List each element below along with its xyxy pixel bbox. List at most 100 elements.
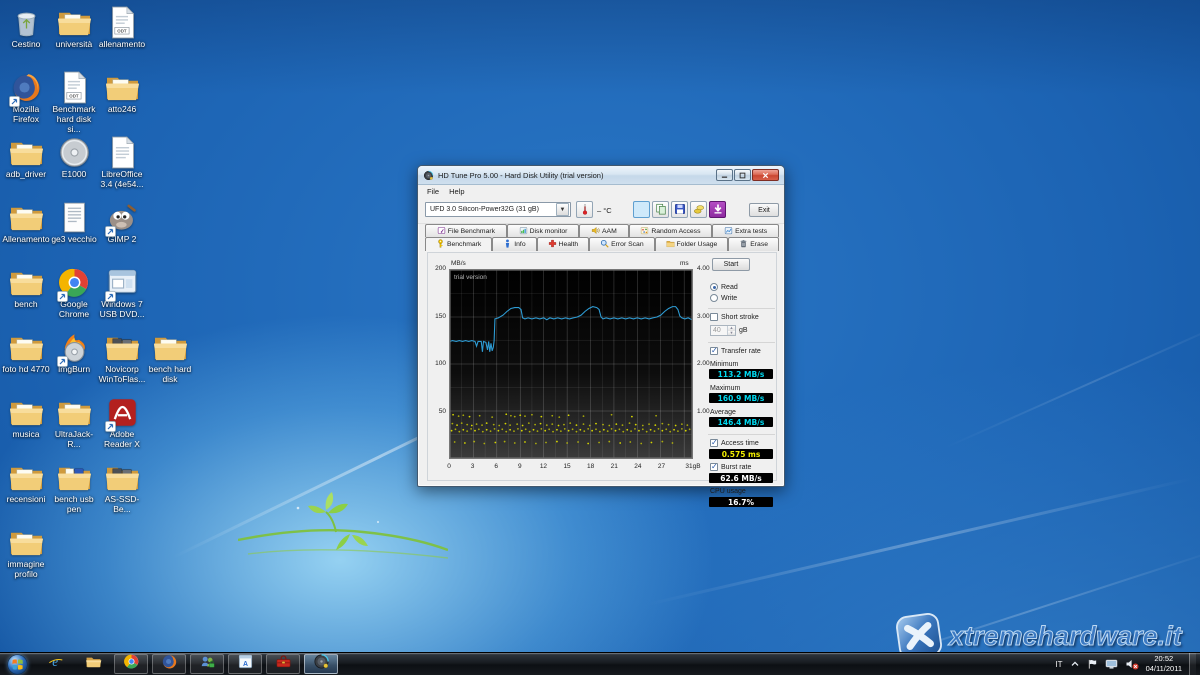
volume-muted-icon[interactable] — [1125, 658, 1139, 670]
tab-disk-monitor[interactable]: Disk monitor — [507, 224, 579, 237]
show-desktop-button[interactable] — [1189, 653, 1196, 675]
tab-benchmark[interactable]: Benchmark — [425, 237, 492, 251]
windows-explorer-icon — [85, 653, 102, 675]
desktop-icon-adobe-reader-x[interactable]: Adobe Reader X — [98, 396, 146, 450]
desktop-icon-universit[interactable]: università — [50, 6, 98, 50]
y-left-tick: 200 — [428, 265, 446, 272]
taskbar-button-internet-explorer[interactable]: e — [38, 654, 72, 674]
desktop-icon-recensioni[interactable]: recensioni — [2, 461, 50, 505]
taskbar-button-google-chrome[interactable] — [114, 654, 148, 674]
desktop-icon-libreoffice-3-4-4e54[interactable]: LibreOffice 3.4 (4e54... — [98, 136, 146, 190]
desktop-icon-bench[interactable]: bench — [2, 266, 50, 310]
tab-file-benchmark[interactable]: File Benchmark — [425, 224, 507, 237]
tab-folder-usage[interactable]: Folder Usage — [655, 237, 729, 251]
drive-select-dropdown[interactable]: UFD 3.0 Silicon-Power32G (31 gB) ▼ — [425, 202, 571, 217]
title-bar[interactable]: HD Tune Pro 5.00 - Hard Disk Utility (tr… — [418, 166, 784, 185]
desktop-icon-ge3-vecchio[interactable]: ge3 vecchio — [50, 201, 98, 245]
writer-icon: A — [237, 653, 254, 675]
action-center-flag-icon[interactable] — [1087, 658, 1098, 670]
options-button[interactable] — [690, 201, 707, 218]
menu-file[interactable]: File — [422, 186, 444, 197]
tab-aam[interactable]: AAM — [579, 224, 628, 237]
hidden-icons-button[interactable] — [1070, 659, 1080, 669]
tab-erase[interactable]: Erase — [728, 237, 779, 251]
transfer-rate-checkbox[interactable] — [710, 347, 718, 355]
desktop-icon-musica[interactable]: musica — [2, 396, 50, 440]
capture-button[interactable] — [633, 201, 650, 218]
desktop-icon-label: bench usb pen — [50, 495, 98, 515]
desktop-icon-windows-7-usb-dvd[interactable]: Windows 7 USB DVD... — [98, 266, 146, 320]
cpu-usage-value: 16.7% — [709, 497, 773, 507]
clock[interactable]: 20:52 04/11/2011 — [1146, 654, 1182, 674]
taskbar-button-firefox[interactable] — [152, 654, 186, 674]
tab-label: Disk monitor — [530, 228, 568, 235]
burst-rate-checkbox[interactable] — [710, 463, 718, 471]
network-display-icon[interactable] — [1105, 658, 1118, 670]
tab-label: Error Scan — [611, 241, 643, 248]
burst-rate-value: 62.6 MB/s — [709, 473, 773, 483]
desktop-icon-atto246[interactable]: atto246 — [98, 71, 146, 115]
exit-button[interactable]: Exit — [749, 203, 779, 217]
desktop-icon-label: foto hd 4770 — [2, 365, 49, 375]
close-button[interactable] — [752, 169, 779, 181]
folder-icon — [58, 396, 91, 429]
desktop-icon-ultrajack-r[interactable]: UltraJack-R... — [50, 396, 98, 450]
desktop-icon-cestino[interactable]: Cestino — [2, 6, 50, 50]
folder-docs-icon — [106, 331, 139, 364]
clock-time: 20:52 — [1146, 654, 1182, 664]
copy-button[interactable] — [652, 201, 669, 218]
desktop-icon-label: AS-SSD-Be... — [98, 495, 146, 515]
read-radio[interactable] — [710, 283, 718, 291]
tab-random-access[interactable]: Random Access — [629, 224, 713, 237]
language-indicator[interactable]: IT — [1055, 660, 1062, 669]
short-stroke-size-stepper[interactable]: 40 ▲▼ — [710, 325, 736, 336]
aam-tab-icon — [591, 226, 600, 237]
tab-error-scan[interactable]: Error Scan — [589, 237, 654, 251]
desktop-icon-novicorp-wintoflas[interactable]: Novicorp WinToFlas... — [98, 331, 146, 385]
taskbar-button-hdtune[interactable] — [304, 654, 338, 674]
desktop-icon-foto-hd-4770[interactable]: foto hd 4770 — [2, 331, 50, 375]
stepper-arrows[interactable]: ▲▼ — [727, 326, 735, 335]
desktop-icon-adb-driver[interactable]: adb_driver — [2, 136, 50, 180]
taskbar-button-writer[interactable]: A — [228, 654, 262, 674]
stepper-down-icon[interactable]: ▼ — [728, 331, 735, 336]
desktop-icon-bench-usb-pen[interactable]: bench usb pen — [50, 461, 98, 515]
x-tick: 15 — [557, 463, 577, 470]
x-tick: 6 — [486, 463, 506, 470]
desktop-icon-e1000[interactable]: E1000 — [50, 136, 98, 180]
write-radio[interactable] — [710, 294, 718, 302]
folder-icon — [10, 461, 43, 494]
coins-icon — [693, 203, 705, 217]
start-button-orb[interactable] — [5, 653, 30, 675]
tab-health[interactable]: Health — [537, 237, 590, 251]
taskbar-button-toolbox[interactable] — [266, 654, 300, 674]
desktop-icon-immagine-profilo[interactable]: immagine profilo — [2, 526, 50, 580]
maximize-button[interactable] — [734, 169, 751, 181]
start-button[interactable]: Start — [712, 258, 750, 271]
save-button[interactable] — [671, 201, 688, 218]
drive-select-value: UFD 3.0 Silicon-Power32G (31 gB) — [426, 206, 555, 213]
taskbar-button-messenger[interactable] — [190, 654, 224, 674]
temperature-button[interactable] — [576, 201, 593, 218]
doc-odt-icon: ODT — [58, 71, 91, 104]
update-button[interactable] — [709, 201, 726, 218]
desktop-icon-as-ssd-be[interactable]: AS-SSD-Be... — [98, 461, 146, 515]
access-time-checkbox[interactable] — [710, 439, 718, 447]
desktop-icon-gimp-2[interactable]: GIMP 2 — [98, 201, 146, 245]
burst-rate-label: Burst rate — [721, 464, 751, 471]
desktop-icon-imgburn[interactable]: ImgBurn — [50, 331, 98, 375]
desktop-icon-allenamento[interactable]: ODTallenamento — [98, 6, 146, 50]
tab-extra-tests[interactable]: Extra tests — [712, 224, 779, 237]
short-stroke-checkbox[interactable] — [710, 313, 718, 321]
desktop-icon-benchmark-hard-disk-si[interactable]: ODTBenchmark hard disk si... — [50, 71, 98, 134]
desktop-icon-bench-hard-disk[interactable]: bench hard disk — [146, 331, 194, 385]
tab-info[interactable]: Info — [492, 237, 536, 251]
minimize-button[interactable] — [716, 169, 733, 181]
desktop-icon-google-chrome[interactable]: Google Chrome — [50, 266, 98, 320]
taskbar-button-windows-explorer[interactable] — [76, 654, 110, 674]
x-tick: 24 — [628, 463, 648, 470]
desktop-icon-mozilla-firefox[interactable]: Mozilla Firefox — [2, 71, 50, 125]
menu-help[interactable]: Help — [444, 186, 469, 197]
desktop-icon-allenamento[interactable]: Allenamento — [2, 201, 50, 245]
doc-odt-icon: ODT — [106, 6, 139, 39]
